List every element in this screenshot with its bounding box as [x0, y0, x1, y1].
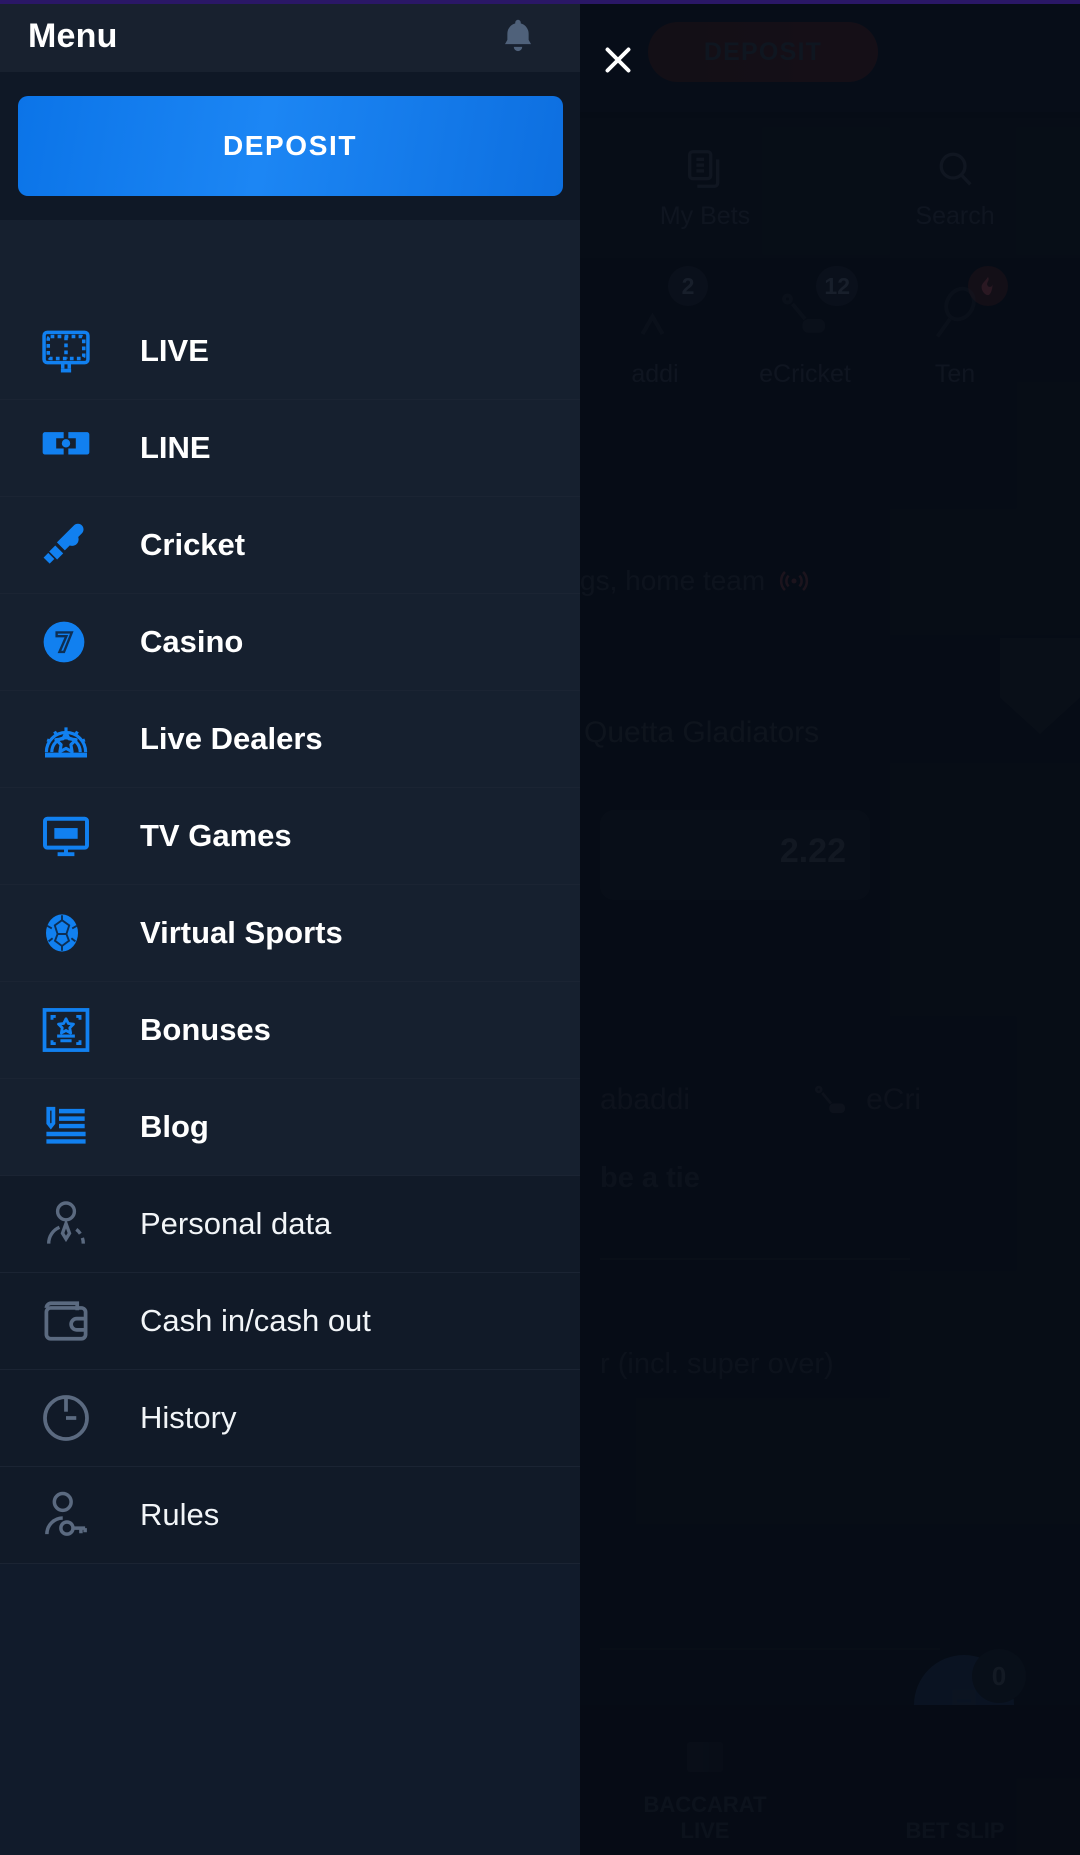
bonus-gift-star-icon	[38, 1000, 104, 1060]
casino-seven-icon	[38, 612, 104, 672]
blog-list-icon	[38, 1097, 104, 1157]
drawer-spacer	[0, 220, 580, 303]
menu-item-label: Cash in/cash out	[140, 1303, 371, 1338]
bell-icon[interactable]	[496, 14, 540, 60]
menu-drawer: Menu DEPOSIT LIVE LINE Cricket Casino Li…	[0, 0, 580, 1855]
menu-item-personal-data[interactable]: Personal data	[0, 1176, 580, 1273]
app-root: DEPOSIT My Bets Search	[0, 0, 1080, 1855]
deposit-button[interactable]: DEPOSIT	[17, 96, 563, 196]
menu-item-rules[interactable]: Rules	[0, 1467, 580, 1564]
menu-item-live-dealers[interactable]: Live Dealers	[0, 691, 580, 788]
drawer-header: Menu	[0, 0, 580, 72]
menu-item-label: Virtual Sports	[140, 915, 343, 950]
menu-item-label: Blog	[140, 1109, 209, 1144]
menu-item-label: Cricket	[140, 527, 246, 562]
menu-list: LIVE LINE Cricket Casino Live Dealers TV…	[0, 303, 580, 1564]
menu-item-label: Live Dealers	[140, 721, 323, 756]
menu-item-label: Personal data	[140, 1206, 332, 1241]
menu-item-label: Rules	[140, 1497, 220, 1532]
menu-item-blog[interactable]: Blog	[0, 1079, 580, 1176]
top-accent-line	[0, 0, 1080, 4]
menu-item-cricket[interactable]: Cricket	[0, 497, 580, 594]
menu-item-live[interactable]: LIVE	[0, 303, 580, 400]
menu-item-line[interactable]: LINE	[0, 400, 580, 497]
menu-item-label: Casino	[140, 624, 244, 659]
tv-monitor-icon	[38, 806, 104, 866]
history-clock-icon	[38, 1388, 104, 1448]
menu-item-casino[interactable]: Casino	[0, 594, 580, 691]
football-icon	[38, 903, 104, 963]
person-icon	[38, 1194, 104, 1254]
wallet-icon	[38, 1291, 104, 1351]
page-title: Menu	[28, 16, 118, 55]
deposit-section: DEPOSIT	[0, 72, 580, 220]
menu-item-history[interactable]: History	[0, 1370, 580, 1467]
close-icon[interactable]	[600, 42, 636, 78]
menu-item-label: Bonuses	[140, 1012, 271, 1047]
roulette-star-icon	[38, 709, 104, 769]
menu-item-cash-in-cash-out[interactable]: Cash in/cash out	[0, 1273, 580, 1370]
live-scoreboard-icon	[38, 321, 104, 381]
menu-item-label: History	[140, 1400, 237, 1435]
cricket-bat-ball-icon	[38, 515, 104, 575]
line-field-icon	[38, 418, 104, 478]
menu-item-bonuses[interactable]: Bonuses	[0, 982, 580, 1079]
menu-item-tv-games[interactable]: TV Games	[0, 788, 580, 885]
menu-item-label: LINE	[140, 430, 211, 465]
menu-item-label: TV Games	[140, 818, 292, 853]
menu-item-label: LIVE	[140, 333, 209, 368]
menu-item-virtual-sports[interactable]: Virtual Sports	[0, 885, 580, 982]
person-key-icon	[38, 1485, 104, 1545]
